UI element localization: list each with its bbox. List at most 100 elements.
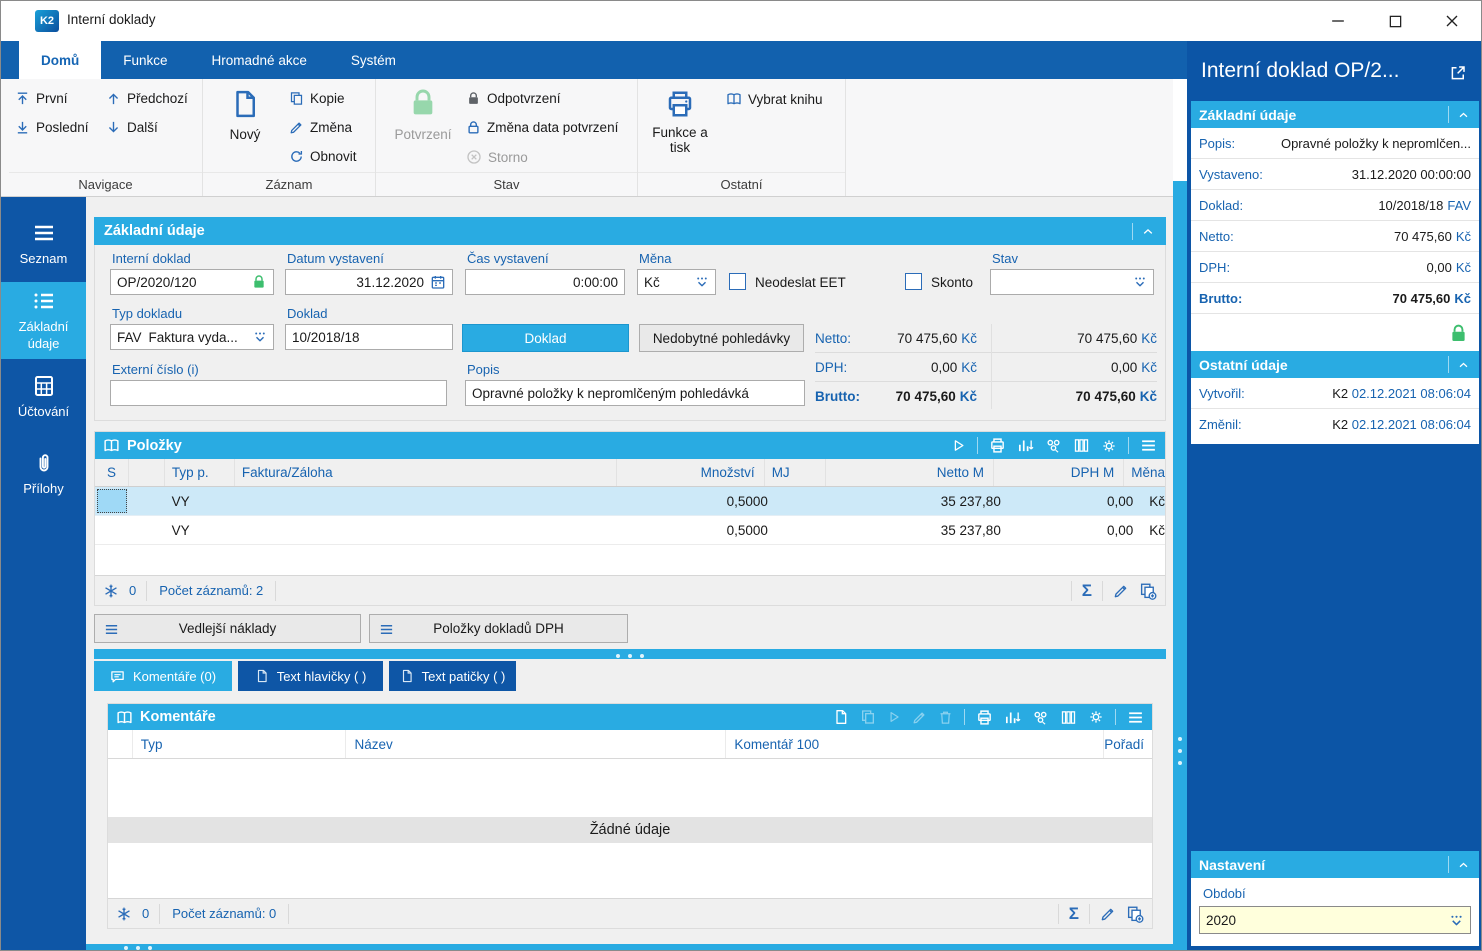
columns-icon[interactable] [1060,709,1077,726]
close-button[interactable] [1429,1,1475,41]
chart-icon[interactable] [1004,709,1021,726]
new-button[interactable]: Nový [217,89,273,142]
snowflake-icon[interactable] [103,583,119,599]
neodeslat-eet-checkbox[interactable] [729,273,746,290]
tab-text-hlavicky[interactable]: Text hlavičky ( ) [238,661,383,691]
edit-icon[interactable] [912,710,927,725]
copy-button[interactable]: Kopie [289,91,345,106]
first-button[interactable]: První [15,91,68,106]
sum-icon[interactable]: Σ [1069,904,1079,924]
unconfirm-button[interactable]: Odpotvrzení [466,91,561,106]
columns-icon[interactable] [1073,437,1090,454]
tab-funkce[interactable]: Funkce [101,41,189,79]
interni-doklad-field[interactable]: OP/2020/120 [110,269,274,295]
tab-system[interactable]: Systém [329,41,418,79]
next-button[interactable]: Další [106,120,158,135]
column-header-blank[interactable] [129,459,165,486]
column-header-typ[interactable]: Typ p. [165,459,235,486]
tab-komentare[interactable]: Komentáře (0) [94,661,232,691]
sidebar-item-uctovani[interactable]: Účtování [1,362,86,433]
mena-field[interactable]: Kč [637,269,716,295]
maximize-button[interactable] [1372,1,1418,41]
focused-cell[interactable] [96,489,127,513]
column-header-typ[interactable]: Typ [133,730,347,758]
sum-icon[interactable]: Σ [1082,581,1092,601]
change-confirm-date-button[interactable]: Změna data potvrzení [466,120,618,135]
chart-icon[interactable] [1017,437,1034,454]
stav-field[interactable] [990,269,1154,295]
copy-add-icon[interactable] [1139,582,1157,600]
column-header-mena[interactable]: Měna [1124,459,1165,486]
minimize-button[interactable] [1315,1,1361,41]
combo-dropdown-icon[interactable] [695,275,709,289]
column-header-netto[interactable]: Netto M [826,459,994,486]
select-book-button[interactable]: Vybrat knihu [726,91,823,107]
edit-icon[interactable] [1113,583,1129,599]
combo-dropdown-icon[interactable] [1133,275,1147,289]
tab-hromadne-akce[interactable]: Hromadné akce [190,41,329,79]
run-icon[interactable] [887,710,901,724]
copy-add-icon[interactable] [1126,905,1144,923]
tab-text-paticky[interactable]: Text patičky ( ) [389,661,516,691]
column-header-mnozstvi[interactable]: Množství [617,459,765,486]
column-header-mj[interactable]: MJ [765,459,826,486]
horizontal-splitter[interactable] [94,649,1166,659]
obdobi-field[interactable]: 2020 [1199,906,1471,934]
externi-cislo-field[interactable] [110,380,447,406]
delete-icon[interactable] [938,710,953,725]
run-icon[interactable] [951,438,966,453]
functions-print-button[interactable]: Funkce a tisk [646,89,714,155]
confirm-button[interactable]: Potvrzení [386,87,460,142]
new-icon[interactable] [833,709,849,725]
relations-icon[interactable] [1032,709,1049,726]
previous-button[interactable]: Předchozí [106,91,188,106]
gear-icon[interactable] [1101,438,1117,454]
column-header-s[interactable]: S [95,459,129,486]
tab-domu[interactable]: Domů [19,41,102,79]
nedobytne-pohledavky-button[interactable]: Nedobytné pohledávky [639,324,804,352]
bottom-splitter[interactable] [86,944,1173,950]
sidebar-item-zakladni-udaje[interactable]: Základní údaje [1,282,86,359]
table-row-selected[interactable]: VY 0,5000 35 237,80 0,00 Kč [95,487,1165,516]
collapse-section-button[interactable] [1448,356,1471,373]
sidebar-item-seznam[interactable]: Seznam [1,211,86,278]
column-header-dph[interactable]: DPH M [994,459,1125,486]
refresh-button[interactable]: Obnovit [289,149,357,164]
collapse-section-button[interactable] [1448,106,1471,123]
calendar-icon[interactable] [430,274,446,290]
column-header-komentar[interactable]: Komentář 100 [726,730,1105,758]
table-row[interactable]: VY 0,5000 35 237,80 0,00 Kč [95,516,1165,545]
column-header-poradi[interactable]: Pořadí [1104,730,1152,758]
doklad-button[interactable]: Doklad [462,324,629,352]
combo-dropdown-icon[interactable] [1449,913,1464,928]
skonto-checkbox[interactable] [905,273,922,290]
collapse-panel-button[interactable] [1132,222,1156,240]
column-header-faktura[interactable]: Faktura/Záloha [235,459,618,486]
gear-icon[interactable] [1088,709,1104,725]
print-icon[interactable] [976,709,993,726]
column-header-nazev[interactable]: Název [346,730,727,758]
combo-dropdown-icon[interactable] [253,330,267,344]
collapse-section-button[interactable] [1448,856,1471,873]
column-header-blank[interactable] [108,730,133,758]
relations-icon[interactable] [1045,437,1062,454]
print-icon[interactable] [989,437,1006,454]
polozky-dokladu-dph-button[interactable]: Položky dokladů DPH [369,614,628,643]
typ-dokladu-field[interactable]: FAV Faktura vyda... [110,324,274,350]
vertical-splitter[interactable] [1173,181,1187,950]
datum-vystaveni-field[interactable]: 31.12.2020 [285,269,453,295]
cas-vystaveni-field[interactable]: 0:00:00 [465,269,625,295]
doklad-field[interactable]: 10/2018/18 [285,324,453,350]
sidebar-item-prilohy[interactable]: Přílohy [1,436,86,513]
change-button[interactable]: Změna [289,120,352,135]
edit-icon[interactable] [1100,906,1116,922]
last-button[interactable]: Poslední [15,120,89,135]
vedlejsi-naklady-button[interactable]: Vedlejší náklady [94,614,361,643]
copy-icon[interactable] [860,709,876,725]
menu-icon[interactable] [1127,709,1144,726]
storno-button[interactable]: Storno [466,149,528,165]
open-in-window-icon[interactable] [1449,64,1467,82]
menu-icon[interactable] [1140,437,1157,454]
popis-field[interactable]: Opravné položky k nepromlčeným pohledávk… [465,380,805,406]
snowflake-icon[interactable] [116,906,132,922]
